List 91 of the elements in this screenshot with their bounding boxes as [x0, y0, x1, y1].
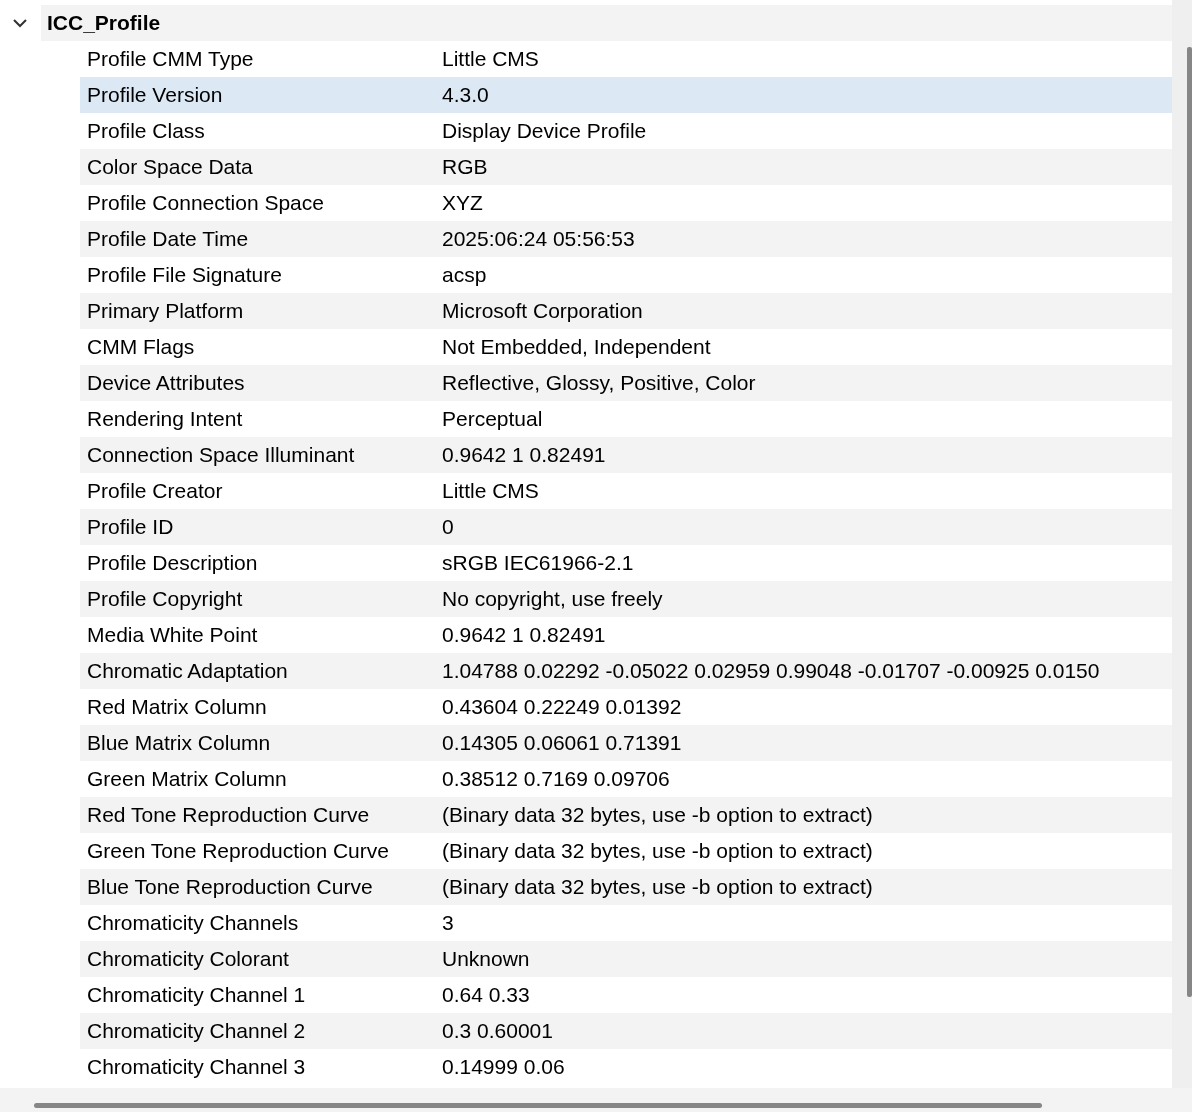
- property-name: Green Tone Reproduction Curve: [86, 838, 390, 864]
- property-row[interactable]: Profile CMM Type Little CMS: [80, 41, 1172, 77]
- property-name: Chromaticity Channels: [86, 910, 300, 936]
- property-value: 0.43604 0.22249 0.01392: [442, 694, 682, 720]
- property-value: Little CMS: [442, 478, 539, 504]
- chevron-down-icon[interactable]: [11, 17, 29, 29]
- property-name: Profile ID: [86, 514, 175, 540]
- property-name: Profile Description: [86, 550, 259, 576]
- group-header[interactable]: ICC_Profile: [41, 5, 1172, 41]
- property-value: 4.3.0: [442, 82, 489, 108]
- property-name: Chromaticity Colorant: [86, 946, 290, 972]
- property-row[interactable]: Chromaticity Colorant Unknown: [80, 941, 1172, 977]
- property-value: Unknown: [442, 946, 530, 972]
- property-row[interactable]: Red Tone Reproduction Curve (Binary data 32 bytes, use -b option to extract): [80, 797, 1172, 833]
- property-row[interactable]: Profile Version 4.3.0: [80, 77, 1172, 113]
- property-name: Chromaticity Channel 3: [86, 1054, 307, 1080]
- property-row[interactable]: Device Attributes Reflective, Glossy, Positive, Color: [80, 365, 1172, 401]
- property-row[interactable]: Blue Tone Reproduction Curve (Binary data 32 bytes, use -b option to extract): [80, 869, 1172, 905]
- property-value: XYZ: [442, 190, 483, 216]
- property-row[interactable]: Blue Matrix Column 0.14305 0.06061 0.71391: [80, 725, 1172, 761]
- property-row[interactable]: Profile Description sRGB IEC61966-2.1: [80, 545, 1172, 581]
- property-row[interactable]: Red Matrix Column 0.43604 0.22249 0.01392: [80, 689, 1172, 725]
- property-value: 1.04788 0.02292 -0.05022 0.02959 0.99048 -0.01707 -0.00925 0.0150: [442, 658, 1100, 684]
- property-name: Blue Matrix Column: [86, 730, 272, 756]
- property-row[interactable]: Chromaticity Channel 2 0.3 0.60001: [80, 1013, 1172, 1049]
- horizontal-scrollbar[interactable]: [0, 1088, 1192, 1112]
- property-value: Display Device Profile: [442, 118, 647, 144]
- property-name: Primary Platform: [86, 298, 245, 324]
- property-value: (Binary data 32 bytes, use -b option to extract): [442, 874, 873, 900]
- property-value: Little CMS: [442, 46, 539, 72]
- property-name: Profile Creator: [86, 478, 224, 504]
- property-row[interactable]: Profile Date Time 2025:06:24 05:56:53: [80, 221, 1172, 257]
- property-name: Chromaticity Channel 1: [86, 982, 307, 1008]
- property-row[interactable]: Profile Creator Little CMS: [80, 473, 1172, 509]
- property-value: sRGB IEC61966-2.1: [442, 550, 634, 576]
- property-value: 0.3 0.60001: [442, 1018, 553, 1044]
- property-row[interactable]: Profile Class Display Device Profile: [80, 113, 1172, 149]
- property-row[interactable]: Profile Connection Space XYZ: [80, 185, 1172, 221]
- property-name: Red Matrix Column: [86, 694, 268, 720]
- property-row[interactable]: Green Tone Reproduction Curve (Binary data 32 bytes, use -b option to extract): [80, 833, 1172, 869]
- property-value: Perceptual: [442, 406, 543, 432]
- property-row[interactable]: CMM Flags Not Embedded, Independent: [80, 329, 1172, 365]
- property-name: Media White Point: [86, 622, 259, 648]
- property-value: Microsoft Corporation: [442, 298, 643, 324]
- property-value: RGB: [442, 154, 488, 180]
- property-name: Device Attributes: [86, 370, 246, 396]
- property-row[interactable]: Chromatic Adaptation 1.04788 0.02292 -0.05022 0.02959 0.99048 -0.01707 -0.00925 0.0150: [80, 653, 1172, 689]
- property-value: 3: [442, 910, 454, 936]
- property-row[interactable]: Primary Platform Microsoft Corporation: [80, 293, 1172, 329]
- vertical-scrollbar[interactable]: [1172, 0, 1192, 1088]
- property-row[interactable]: Green Matrix Column 0.38512 0.7169 0.09706: [80, 761, 1172, 797]
- property-name: Green Matrix Column: [86, 766, 288, 792]
- property-name: Profile File Signature: [86, 262, 283, 288]
- property-name: CMM Flags: [86, 334, 196, 360]
- property-name: Profile Connection Space: [86, 190, 325, 216]
- property-value: (Binary data 32 bytes, use -b option to extract): [442, 802, 873, 828]
- property-row[interactable]: Profile ID 0: [80, 509, 1172, 545]
- property-value: 0.14999 0.06: [442, 1054, 565, 1080]
- property-name: Color Space Data: [86, 154, 254, 180]
- property-value: 0.64 0.33: [442, 982, 530, 1008]
- property-value: 0.38512 0.7169 0.09706: [442, 766, 670, 792]
- property-value: Not Embedded, Independent: [442, 334, 711, 360]
- property-row[interactable]: Chromaticity Channel 1 0.64 0.33: [80, 977, 1172, 1013]
- property-name: Red Tone Reproduction Curve: [86, 802, 371, 828]
- property-value: 0.9642 1 0.82491: [442, 442, 606, 468]
- property-value: Reflective, Glossy, Positive, Color: [442, 370, 756, 396]
- property-value: 2025:06:24 05:56:53: [442, 226, 635, 252]
- property-row[interactable]: Chromaticity Channel 3 0.14999 0.06: [80, 1049, 1172, 1085]
- property-value: 0.14305 0.06061 0.71391: [442, 730, 682, 756]
- property-name: Chromaticity Channel 2: [86, 1018, 307, 1044]
- property-name: Rendering Intent: [86, 406, 244, 432]
- property-name: Profile CMM Type: [86, 46, 255, 72]
- property-value: 0: [442, 514, 454, 540]
- property-row[interactable]: Color Space Data RGB: [80, 149, 1172, 185]
- property-name: Blue Tone Reproduction Curve: [86, 874, 374, 900]
- property-row[interactable]: Media White Point 0.9642 1 0.82491: [80, 617, 1172, 653]
- property-value: 0.9642 1 0.82491: [442, 622, 606, 648]
- property-row[interactable]: Rendering Intent Perceptual: [80, 401, 1172, 437]
- property-row[interactable]: Profile Copyright No copyright, use freely: [80, 581, 1172, 617]
- property-value: No copyright, use freely: [442, 586, 663, 612]
- property-name: Profile Version: [86, 82, 224, 108]
- property-name: Profile Copyright: [86, 586, 244, 612]
- property-name: Chromatic Adaptation: [86, 658, 289, 684]
- property-value: acsp: [442, 262, 487, 288]
- property-row[interactable]: Connection Space Illuminant 0.9642 1 0.82491: [80, 437, 1172, 473]
- property-row[interactable]: Chromaticity Channels 3: [80, 905, 1172, 941]
- property-name: Profile Date Time: [86, 226, 250, 252]
- property-row[interactable]: Profile File Signature acsp: [80, 257, 1172, 293]
- property-value: (Binary data 32 bytes, use -b option to extract): [442, 838, 873, 864]
- property-name: Profile Class: [86, 118, 206, 144]
- property-name: Connection Space Illuminant: [86, 442, 356, 468]
